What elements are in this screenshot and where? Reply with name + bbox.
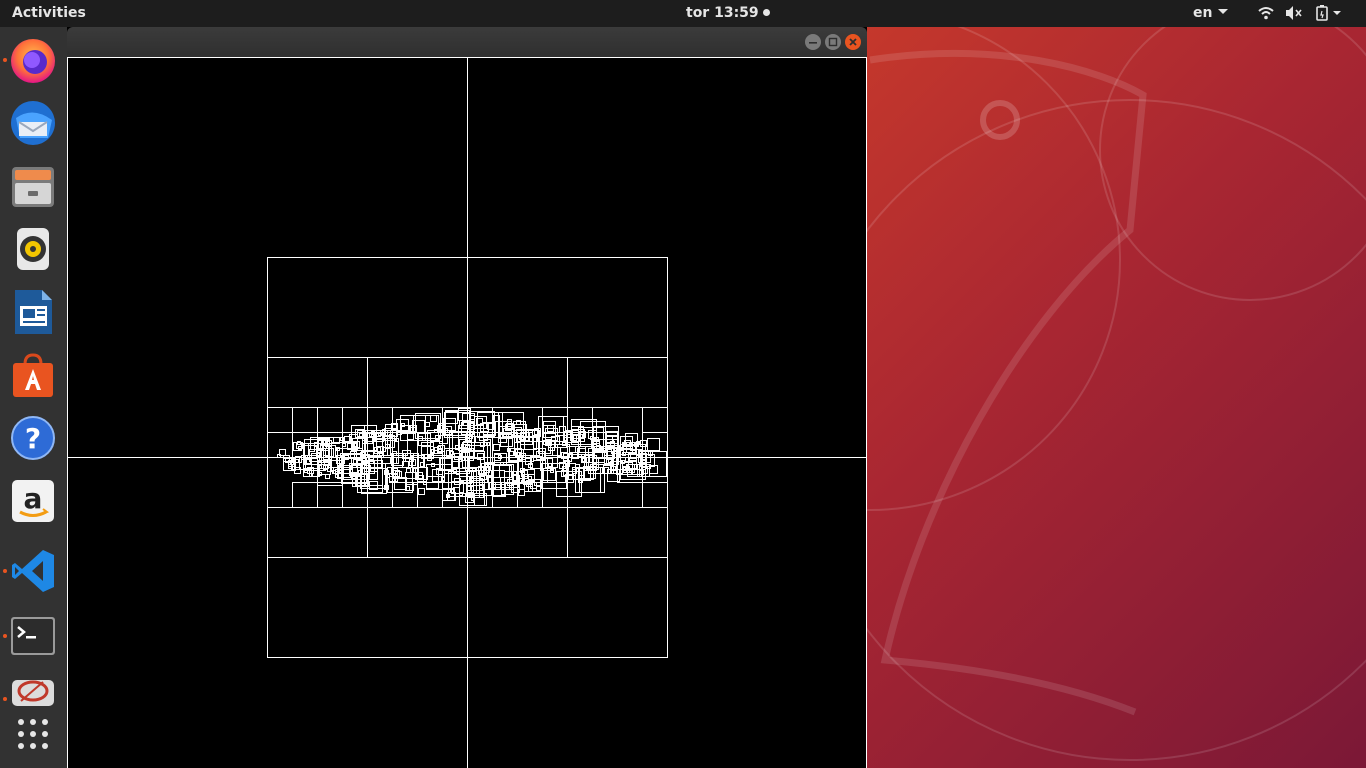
quadtree-cell	[470, 415, 475, 420]
quadtree-cell	[412, 420, 425, 433]
quadtree-cell	[325, 474, 330, 479]
quadtree-cell	[509, 451, 514, 456]
quadtree-cell	[425, 422, 430, 427]
quadtree-cell	[536, 486, 541, 491]
dock-item-libreoffice-writer[interactable]	[8, 287, 58, 337]
quadtree-cell	[406, 468, 411, 473]
window-titlebar[interactable]	[67, 27, 867, 57]
dock-item-thunderbird[interactable]	[8, 98, 58, 148]
vscode-icon	[12, 550, 54, 592]
thunderbird-icon	[11, 101, 55, 145]
app-window	[67, 27, 867, 768]
battery-icon[interactable]	[1316, 5, 1350, 25]
quadtree-cell	[407, 433, 414, 440]
help-icon: ?	[11, 416, 55, 460]
running-indicator	[3, 634, 7, 638]
quadtree-cell	[292, 482, 318, 508]
clock-label: tor 13:59	[686, 5, 759, 21]
quadtree-cell	[542, 482, 568, 508]
activities-button[interactable]: Activities	[12, 5, 86, 21]
dock-item-rhythmbox[interactable]	[8, 224, 58, 274]
volume-muted-icon[interactable]	[1285, 5, 1303, 25]
dock: ? a	[0, 27, 67, 768]
wifi-icon[interactable]	[1258, 5, 1274, 25]
quadtree-lines	[67, 57, 867, 768]
quadtree-drawing	[67, 57, 867, 768]
running-indicator	[3, 569, 7, 573]
quadtree-canvas[interactable]	[67, 57, 867, 768]
quadtree-cell	[267, 407, 293, 433]
show-applications-button[interactable]	[8, 712, 58, 757]
quadtree-cell	[394, 477, 407, 490]
quadtree-cell	[292, 407, 318, 433]
quadtree-cell	[579, 446, 586, 453]
svg-text:?: ?	[25, 422, 41, 455]
quadtree-cell	[292, 482, 318, 508]
files-icon	[12, 167, 54, 207]
quadtree-cell	[418, 488, 425, 495]
firefox-icon	[11, 39, 55, 83]
chevron-down-icon	[1218, 9, 1229, 14]
quadtree-cell	[569, 446, 576, 453]
dock-item-amazon[interactable]: a	[8, 476, 58, 526]
quadtree-cell	[438, 470, 445, 477]
close-icon	[849, 38, 857, 46]
quadtree-cell	[267, 407, 293, 433]
app-grid-icon	[18, 719, 48, 749]
quadtree-cell	[430, 415, 437, 422]
quadtree-cell	[418, 433, 431, 446]
quadtree-cell	[342, 407, 368, 433]
svg-text:a: a	[24, 482, 43, 515]
quadtree-cell	[452, 461, 459, 468]
dock-item-firefox[interactable]	[8, 35, 58, 85]
notification-dot	[762, 9, 770, 16]
close-button[interactable]	[845, 34, 861, 50]
top-bar: Activities tor 13:59 en	[0, 0, 1366, 27]
terminal-icon	[11, 617, 55, 655]
quadtree-cell	[548, 463, 552, 467]
minimize-icon	[809, 42, 817, 44]
quadtree-cell	[369, 456, 382, 469]
quadtree-cell	[552, 447, 561, 456]
dock-item-vscode[interactable]	[8, 546, 58, 596]
quadtree-cell	[642, 482, 668, 508]
rhythmbox-icon	[17, 228, 49, 270]
dock-item-terminal[interactable]	[8, 611, 58, 661]
quadtree-cell	[647, 438, 660, 451]
maximize-icon	[828, 37, 838, 47]
quadtree-cell	[369, 471, 378, 480]
quadtree-cell	[642, 407, 668, 433]
quadtree-cell	[642, 407, 668, 433]
quadtree-cell	[439, 457, 452, 470]
language-selector[interactable]: en	[1193, 5, 1229, 21]
writer-icon	[15, 290, 52, 334]
running-indicator	[3, 58, 7, 62]
amazon-icon: a	[12, 480, 54, 522]
language-label: en	[1193, 5, 1213, 21]
clock[interactable]: tor 13:59	[686, 5, 770, 21]
quadtree-cell	[524, 437, 537, 450]
quadtree-cell	[493, 444, 500, 451]
dock-item-ubuntu-software[interactable]	[8, 350, 58, 400]
maximize-button[interactable]	[825, 34, 841, 50]
software-store-icon	[13, 353, 53, 397]
running-indicator	[3, 697, 7, 701]
dock-item-help[interactable]: ?	[8, 413, 58, 463]
minimize-button[interactable]	[805, 34, 821, 50]
dock-item-files[interactable]	[8, 161, 58, 211]
